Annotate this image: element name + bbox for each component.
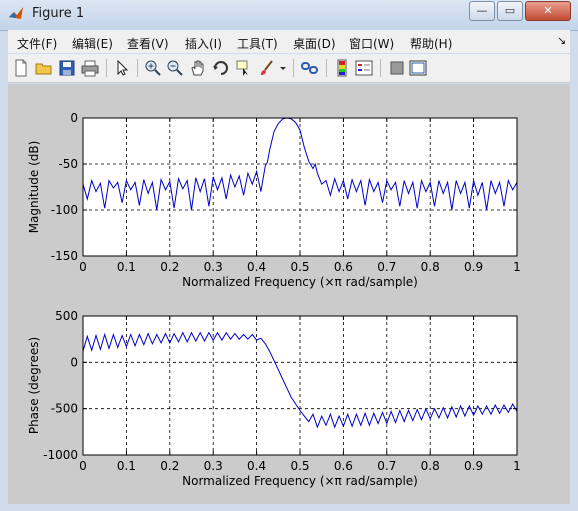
toolbar-separator [106,59,107,77]
data-cursor-icon[interactable] [235,59,253,77]
menu-bar: 文件(F) 编辑(E) 查看(V) 插入(I) 工具(T) 桌面(D) 窗口(W… [8,30,570,53]
pan-hand-icon[interactable] [189,59,207,77]
x-tick-label: 0.5 [290,459,309,473]
x-tick-label: 0.8 [421,260,440,274]
rotate-3d-icon[interactable] [212,59,230,77]
y-axis-label: Phase (degrees) [27,337,41,434]
x-tick-label: 1 [513,260,521,274]
restore-button[interactable]: ▭ [497,1,523,21]
new-figure-icon[interactable] [12,59,30,77]
x-tick-label: 0.8 [421,459,440,473]
x-tick-label: 0.3 [204,260,223,274]
y-tick-label: -50 [58,157,78,171]
x-tick-label: 0.1 [117,459,136,473]
menu-file[interactable]: 文件(F) [17,35,57,52]
menu-edit[interactable]: 编辑(E) [72,35,113,52]
x-tick-label: 0.6 [334,459,353,473]
x-tick-label: 0.2 [160,459,179,473]
zoom-out-icon[interactable] [166,59,184,77]
save-icon[interactable] [58,59,76,77]
toolbar-separator [380,59,381,77]
y-axis-label: Magnitude (dB) [27,141,41,234]
x-tick-label: 0.4 [247,459,266,473]
brush-icon[interactable] [258,59,276,77]
magnitude-axes[interactable]: 0 0.1 0.2 0.3 0.4 0.5 0.6 0.7 0.8 0.9 1 0 -50 -100 -15… [27,111,521,289]
toolbar [8,54,570,83]
select-arrow-icon[interactable] [113,59,131,77]
menu-insert[interactable]: 插入(I) [185,35,222,52]
window-title: Figure 1 [32,6,85,21]
figure-canvas: 0 0.1 0.2 0.3 0.4 0.5 0.6 0.7 0.8 0.9 1 0 -50 -100 -15… [8,84,570,504]
dock-arrow-icon[interactable]: ↘ [557,34,566,47]
x-tick-label: 0.6 [334,260,353,274]
menu-window[interactable]: 窗口(W) [349,35,394,52]
y-tick-label: -100 [51,203,78,217]
colorbar-icon[interactable] [333,59,351,77]
y-tick-label: 0 [70,111,78,125]
link-plot-icon[interactable] [301,59,319,77]
print-icon[interactable] [81,59,99,77]
toolbar-separator [326,59,327,77]
x-tick-label: 1 [513,459,521,473]
x-axis-label: Normalized Frequency (×π rad/sample) [182,275,418,289]
x-tick-label: 0.5 [290,260,309,274]
x-tick-label: 0.9 [464,260,483,274]
show-plot-tools-icon[interactable] [409,59,427,77]
menu-desktop[interactable]: 桌面(D) [293,35,336,52]
x-tick-label: 0.7 [377,260,396,274]
x-tick-label: 0.1 [117,260,136,274]
x-tick-label: 0.4 [247,260,266,274]
toolbar-separator [293,59,294,77]
legend-icon[interactable] [355,59,373,77]
zoom-in-icon[interactable] [144,59,162,77]
chevron-down-icon[interactable] [278,59,288,77]
x-tick-label: 0 [79,260,87,274]
y-tick-label: 0 [70,355,78,369]
open-file-icon[interactable] [35,59,53,77]
menu-help[interactable]: 帮助(H) [410,35,452,52]
y-tick-label: -500 [51,402,78,416]
y-tick-label: -150 [51,249,78,263]
title-bar[interactable]: Figure 1 — ▭ ✕ [0,0,578,31]
menu-view[interactable]: 查看(V) [127,35,169,52]
matlab-logo-icon [9,7,23,19]
phase-axes[interactable]: 0 0.1 0.2 0.3 0.4 0.5 0.6 0.7 0.8 0.9 1 500 0 -500 -10… [27,309,521,488]
toolbar-separator [137,59,138,77]
x-tick-label: 0.7 [377,459,396,473]
menu-tools[interactable]: 工具(T) [237,35,278,52]
x-tick-label: 0 [79,459,87,473]
x-tick-label: 0.3 [204,459,223,473]
figure-plot-area: 0 0.1 0.2 0.3 0.4 0.5 0.6 0.7 0.8 0.9 1 0 -50 -100 -15… [27,111,521,488]
minimize-button[interactable]: — [469,1,495,21]
x-tick-label: 0.9 [464,459,483,473]
y-tick-label: 500 [55,309,78,323]
hide-plot-tools-icon[interactable] [388,59,406,77]
x-axis-label: Normalized Frequency (×π rad/sample) [182,474,418,488]
x-tick-label: 0.2 [160,260,179,274]
close-button[interactable]: ✕ [525,1,571,21]
y-tick-label: -1000 [43,448,78,462]
